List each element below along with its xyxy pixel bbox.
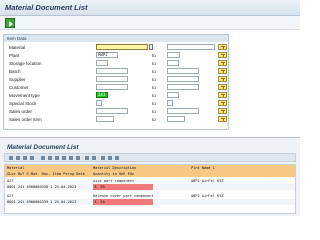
row-material: Material — [4, 44, 228, 51]
sales-order-item-to-field[interactable] — [167, 116, 185, 122]
row-batch: Batch to — [4, 68, 228, 75]
row-supplier: Supplier to — [4, 76, 228, 83]
customer-to-field[interactable] — [167, 84, 199, 90]
to-label: to — [152, 53, 156, 58]
field-label: Special Stock — [9, 101, 37, 106]
quantity-cell: 3- EA — [93, 199, 153, 205]
item-data-group: Item Data Material Plant ABP2 to Storage… — [3, 34, 229, 130]
execute-icon[interactable] — [5, 18, 15, 28]
to-label: to — [152, 85, 156, 90]
multiple-selection-icon[interactable] — [218, 76, 227, 82]
field-label: Supplier — [9, 77, 26, 82]
row-sales-order-item: Sales order item to — [4, 116, 228, 123]
document-line-cell: 0001 241 4900000338 1 25.04.2023 — [7, 185, 77, 189]
previous-page-icon[interactable] — [16, 156, 20, 160]
batch-to-field[interactable] — [167, 68, 199, 74]
to-label: to — [152, 77, 156, 82]
print-icon[interactable] — [85, 156, 89, 160]
select-layout-icon[interactable] — [108, 156, 112, 160]
movement-type-to-field[interactable] — [167, 92, 179, 98]
field-label: Customer — [9, 85, 29, 90]
supplier-from-field[interactable] — [96, 76, 128, 82]
sum-icon[interactable] — [76, 156, 80, 160]
sort-descending-icon[interactable] — [62, 156, 66, 160]
field-label: Storage location — [9, 61, 42, 66]
details-icon[interactable] — [41, 156, 45, 160]
multiple-selection-icon[interactable] — [218, 100, 227, 106]
sales-order-from-field[interactable] — [96, 108, 128, 114]
to-label: to — [152, 93, 156, 98]
multiple-selection-icon[interactable] — [218, 68, 227, 74]
search-help-icon[interactable] — [149, 44, 153, 50]
last-page-icon[interactable] — [30, 156, 34, 160]
group-title: Item Data — [4, 35, 228, 42]
results-panel: Material Document List Material Material… — [0, 137, 300, 216]
app-window: Material Document List Item Data Materia… — [0, 0, 300, 216]
quantity-cell: 3- EA — [93, 184, 153, 190]
multiple-selection-icon[interactable] — [218, 92, 227, 98]
supplier-to-field[interactable] — [167, 76, 199, 82]
row-storage-location: Storage location to — [4, 60, 228, 67]
column-header[interactable]: SLoc MvT S Mat. Doc. Item Pstng Date — [7, 171, 85, 177]
row-sales-order: Sales order to — [4, 108, 228, 115]
customer-from-field[interactable] — [96, 84, 128, 90]
plant-to-field[interactable] — [167, 52, 180, 58]
to-label: to — [152, 101, 156, 106]
material-to-field[interactable] — [167, 44, 215, 50]
to-label: to — [152, 117, 156, 122]
column-header[interactable]: Quantity in UnE EUn — [93, 171, 134, 177]
table-row[interactable]: 0001 241 4900000338 1 25.04.2023 3- EA — [5, 184, 295, 190]
multiple-selection-icon[interactable] — [218, 116, 227, 122]
application-toolbar — [0, 16, 300, 30]
results-table: Material Material Description Plnt Name … — [4, 164, 296, 214]
save-layout-icon[interactable] — [115, 156, 119, 160]
first-page-icon[interactable] — [9, 156, 13, 160]
multiple-selection-icon[interactable] — [218, 44, 227, 50]
special-stock-to-field[interactable] — [167, 100, 173, 106]
multiple-selection-icon[interactable] — [218, 108, 227, 114]
to-label: to — [152, 109, 156, 114]
layout-icon[interactable] — [101, 156, 105, 160]
sales-order-to-field[interactable] — [167, 108, 199, 114]
storage-location-to-field[interactable] — [167, 60, 179, 66]
sort-ascending-icon[interactable] — [55, 156, 59, 160]
material-from-field[interactable] — [96, 44, 148, 50]
movement-type-from-field[interactable]: 241 — [96, 92, 108, 98]
row-movement-type: Movement type 241 to — [4, 92, 228, 99]
plant-from-field[interactable]: ABP2 — [96, 52, 118, 58]
export-icon[interactable] — [92, 156, 96, 160]
field-label: Plant — [9, 53, 20, 58]
batch-from-field[interactable] — [96, 68, 128, 74]
row-special-stock: Special Stock to — [4, 100, 228, 107]
sales-order-item-from-field[interactable] — [96, 116, 114, 122]
filter-icon[interactable] — [48, 156, 52, 160]
table-row[interactable]: 0001 241 4900000339 1 25.04.2023 3- EA — [5, 199, 295, 205]
field-label: Sales order — [9, 109, 33, 114]
title-bar: Material Document List — [0, 0, 300, 16]
storage-location-from-field[interactable] — [96, 60, 108, 66]
field-label: Material — [9, 45, 26, 50]
results-title: Material Document List — [7, 144, 79, 151]
field-label: Movement type — [9, 93, 40, 98]
document-line-cell: 0001 241 4900000339 1 25.04.2023 — [7, 200, 77, 204]
field-label: Batch — [9, 69, 21, 74]
multiple-selection-icon[interactable] — [218, 84, 227, 90]
next-page-icon[interactable] — [23, 156, 27, 160]
window-title: Material Document List — [5, 3, 88, 12]
to-label: to — [152, 61, 156, 66]
to-label: to — [152, 69, 156, 74]
field-label: Sales order item — [9, 117, 42, 122]
multiple-selection-icon[interactable] — [218, 52, 227, 58]
row-customer: Customer to — [4, 84, 228, 91]
table-header-row-2: SLoc MvT S Mat. Doc. Item Pstng Date Qua… — [5, 171, 295, 177]
row-plant: Plant ABP2 to — [4, 52, 228, 59]
alv-toolbar — [4, 153, 296, 162]
special-stock-from-field[interactable] — [96, 100, 102, 106]
multiple-selection-icon[interactable] — [218, 60, 227, 66]
find-icon[interactable] — [69, 156, 73, 160]
